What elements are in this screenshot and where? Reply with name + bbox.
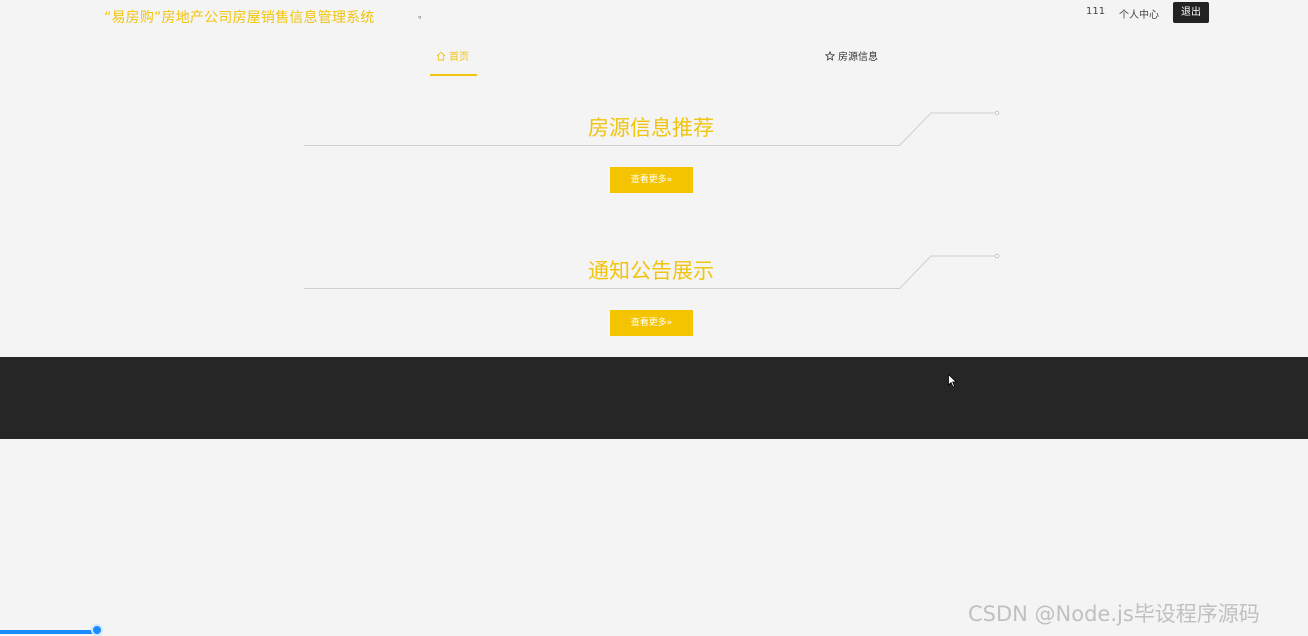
top-bar: “易房购”房地产公司房屋销售信息管理系统 。 111 个人中心 退出	[0, 0, 1308, 34]
nav-item-home[interactable]: 首页	[436, 48, 469, 63]
star-icon	[825, 50, 835, 61]
logout-button[interactable]: 退出	[1173, 2, 1209, 23]
nav-item-home-label: 首页	[449, 52, 469, 63]
title-dot: 。	[418, 11, 428, 21]
view-more-button[interactable]: 查看更多»	[610, 310, 693, 336]
section-notices: 通知公告展示 查看更多»	[0, 243, 1308, 343]
watermark: CSDN @Node.js毕设程序源码	[968, 602, 1260, 626]
user-center-link[interactable]: 个人中心	[1119, 6, 1159, 21]
section-title: 通知公告展示	[588, 259, 714, 283]
section-house-recommend: 房源信息推荐 查看更多»	[0, 100, 1308, 200]
section-title: 房源信息推荐	[588, 116, 714, 140]
site-title: “易房购”房地产公司房屋销售信息管理系统	[104, 10, 375, 26]
progress-fill	[0, 630, 97, 634]
mouse-cursor-icon	[948, 374, 958, 388]
home-icon	[436, 51, 446, 61]
progress-knob[interactable]	[91, 624, 103, 636]
section-divider	[304, 145, 900, 146]
nav-item-house-info[interactable]: 房源信息	[825, 48, 878, 63]
nav-active-underline	[430, 74, 477, 76]
section-decoration	[898, 253, 1000, 290]
section-divider	[304, 288, 900, 289]
user-name: 111	[1086, 6, 1106, 17]
section-decoration	[898, 110, 1000, 147]
nav-item-house-info-label: 房源信息	[838, 52, 878, 63]
progress-track[interactable]	[0, 630, 1308, 634]
view-more-button[interactable]: 查看更多»	[610, 167, 693, 193]
main-nav: 首页 房源信息	[0, 40, 1308, 80]
footer	[0, 357, 1308, 439]
